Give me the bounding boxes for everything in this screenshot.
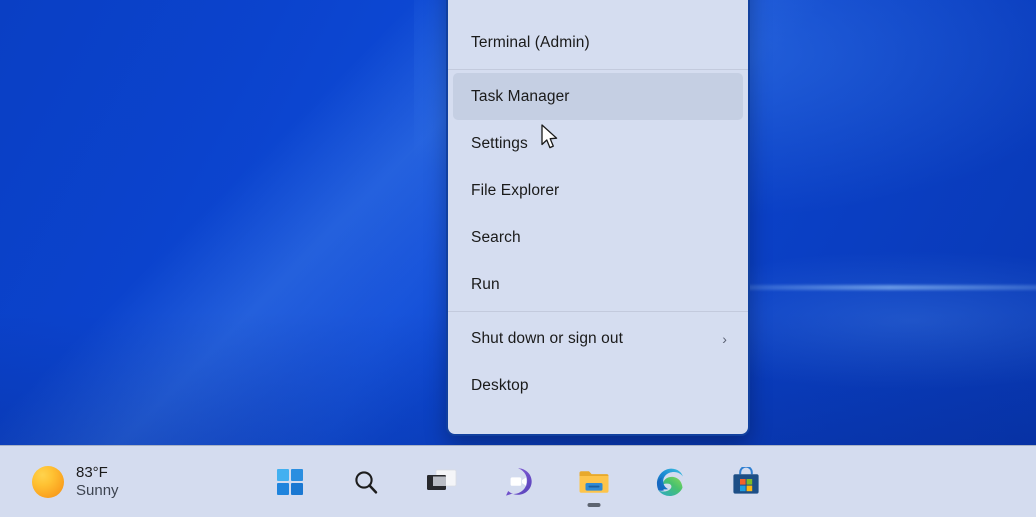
start-button[interactable] (268, 460, 312, 504)
menu-item-terminal[interactable]: Terminal (453, 0, 743, 19)
search-button[interactable] (344, 460, 388, 504)
menu-item-label: Terminal (Admin) (471, 33, 590, 51)
edge-icon (655, 467, 685, 497)
menu-item-label: Terminal (471, 0, 729, 5)
menu-item-run[interactable]: Run (453, 261, 743, 308)
menu-group-power: Shut down or sign out › Desktop (448, 315, 748, 409)
menu-item-label: Settings (471, 134, 528, 152)
menu-item-shut-down-or-sign-out[interactable]: Shut down or sign out › (453, 315, 743, 362)
edge-button[interactable] (648, 460, 692, 504)
menu-item-task-manager[interactable]: Task Manager (453, 73, 743, 120)
task-view-button[interactable] (420, 460, 464, 504)
screen: Terminal Terminal (Admin) Task Manager S… (0, 0, 1036, 517)
menu-separator-1 (448, 69, 748, 70)
windows-logo-icon (277, 469, 303, 495)
task-view-icon (427, 469, 457, 495)
menu-item-label: Desktop (471, 376, 529, 394)
menu-item-label: Task Manager (471, 87, 570, 105)
menu-item-label: File Explorer (471, 181, 560, 199)
menu-item-desktop[interactable]: Desktop (453, 362, 743, 409)
taskbar: 83°F Sunny (0, 445, 1036, 517)
menu-item-label: Search (471, 228, 521, 246)
taskbar-icon-strip (0, 446, 1036, 517)
menu-group-system: Task Manager Settings File Explorer Sear… (448, 73, 748, 308)
file-explorer-button[interactable] (572, 460, 616, 507)
file-explorer-running-indicator (587, 503, 601, 507)
search-icon (352, 468, 380, 496)
quick-link-menu[interactable]: Terminal Terminal (Admin) Task Manager S… (446, 0, 750, 436)
menu-item-label: Run (471, 275, 500, 293)
menu-item-search[interactable]: Search (453, 214, 743, 261)
store-button[interactable] (724, 460, 768, 504)
microsoft-store-icon (731, 467, 761, 497)
folder-icon (578, 468, 610, 496)
chat-button[interactable] (496, 460, 540, 504)
menu-separator-2 (448, 311, 748, 312)
menu-item-settings[interactable]: Settings (453, 120, 743, 167)
menu-item-label: Shut down or sign out (471, 329, 624, 347)
menu-item-terminal-admin[interactable]: Terminal (Admin) (453, 19, 743, 66)
menu-group-terminal: Terminal Terminal (Admin) (448, 0, 748, 66)
chat-video-icon (503, 467, 533, 497)
menu-item-file-explorer[interactable]: File Explorer (453, 167, 743, 214)
chevron-right-icon: › (722, 330, 727, 347)
